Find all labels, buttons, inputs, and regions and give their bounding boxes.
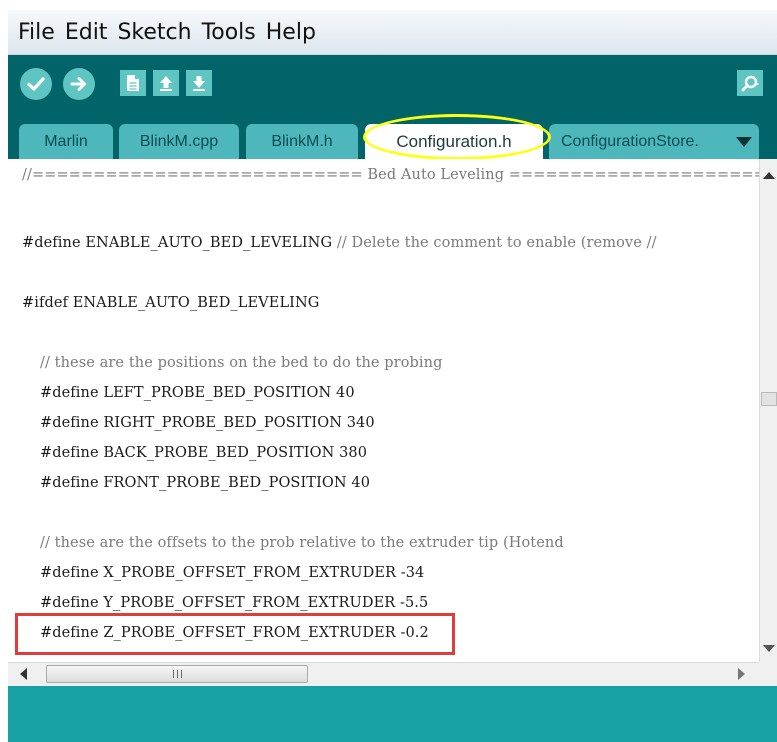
upload-icon <box>70 77 86 91</box>
open-button[interactable] <box>153 70 179 96</box>
open-icon <box>160 76 172 91</box>
new-button[interactable] <box>120 70 146 96</box>
code-line: #define FRONT_PROBE_BED_POSITION 40 <box>40 475 371 491</box>
z-offset-highlight-box <box>15 613 455 655</box>
vertical-scroll-thumb[interactable] <box>761 392 777 406</box>
serial-monitor-icon <box>741 75 759 92</box>
console-area <box>8 686 777 742</box>
code-line: // these are the offsets to the prob rel… <box>40 535 564 551</box>
scroll-right-arrow-icon[interactable] <box>738 668 745 680</box>
menu-help[interactable]: Help <box>262 20 320 45</box>
horizontal-scroll-thumb[interactable] <box>46 665 308 683</box>
grip-line <box>172 670 174 678</box>
code-line: #define LEFT_PROBE_BED_POSITION 40 <box>40 385 355 401</box>
code-comment: // Delete the comment to enable (remove … <box>336 235 657 251</box>
code-line: #define ENABLE_AUTO_BED_LEVELING // Dele… <box>22 235 657 251</box>
scroll-left-arrow-icon[interactable] <box>20 668 27 680</box>
tab-menu-arrow-icon[interactable] <box>736 137 752 147</box>
menu-file[interactable]: File <box>14 20 59 45</box>
code-define: #define ENABLE_AUTO_BED_LEVELING <box>22 235 337 251</box>
arduino-ide-window: File Edit Sketch Tools Help Marlin Blink… <box>8 10 777 742</box>
toolbar <box>8 55 777 115</box>
verify-button[interactable] <box>20 68 52 100</box>
code-line: #define X_PROBE_OFFSET_FROM_EXTRUDER -34 <box>40 565 425 581</box>
code-line: //=========================== Bed Auto L… <box>22 167 759 183</box>
serial-monitor-button[interactable] <box>737 70 763 96</box>
tab-blinkm-cpp[interactable]: BlinkM.cpp <box>119 124 239 159</box>
save-icon <box>193 76 205 91</box>
scroll-up-arrow-icon[interactable] <box>763 172 775 179</box>
save-button[interactable] <box>186 70 212 96</box>
menu-edit[interactable]: Edit <box>61 20 112 45</box>
grip-line <box>176 670 178 678</box>
scroll-down-arrow-icon[interactable] <box>763 645 775 652</box>
code-line: // these are the positions on the bed to… <box>40 355 443 371</box>
tab-blinkm-h[interactable]: BlinkM.h <box>246 124 358 159</box>
scroll-corner <box>759 662 777 686</box>
code-line: #define RIGHT_PROBE_BED_POSITION 340 <box>40 415 375 431</box>
grip-line <box>180 670 182 678</box>
menu-bar: File Edit Sketch Tools Help <box>8 10 777 55</box>
menu-tools[interactable]: Tools <box>198 20 260 45</box>
menu-sketch[interactable]: Sketch <box>113 20 195 45</box>
active-tab-highlight-ellipse <box>363 114 551 160</box>
code-line: #define BACK_PROBE_BED_POSITION 380 <box>40 445 368 461</box>
vertical-scrollbar[interactable] <box>759 159 777 662</box>
tab-configurationstore[interactable]: ConfigurationStore. <box>549 124 759 159</box>
verify-icon <box>27 77 45 91</box>
code-line: #define Y_PROBE_OFFSET_FROM_EXTRUDER -5.… <box>40 595 429 611</box>
upload-button[interactable] <box>63 68 95 100</box>
horizontal-scrollbar[interactable] <box>8 662 759 686</box>
code-line: #ifdef ENABLE_AUTO_BED_LEVELING <box>22 295 320 311</box>
tab-marlin[interactable]: Marlin <box>19 124 113 159</box>
new-icon <box>127 75 139 91</box>
code-editor[interactable]: //=========================== Bed Auto L… <box>8 159 759 662</box>
